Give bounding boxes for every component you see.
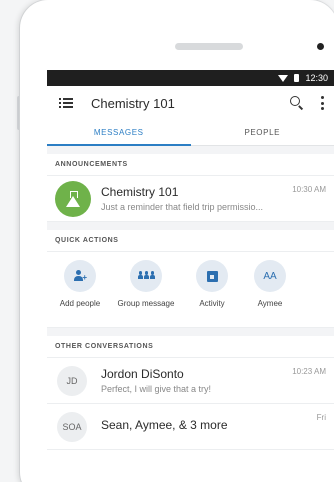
- conversation-preview: Just a reminder that field trip permissi…: [101, 202, 264, 212]
- group-icon: [137, 271, 155, 281]
- conversation-time: 10:23 AM: [292, 367, 326, 376]
- app-bar: Chemistry 101: [47, 86, 334, 120]
- section-divider: [47, 146, 334, 154]
- conversation-time: Fri: [316, 413, 326, 422]
- group-message-action[interactable]: Group message: [109, 260, 183, 327]
- app-screen: 12:30 Chemistry 101 MESSAGES PEOPLE ANNO…: [47, 70, 334, 482]
- conversation-item[interactable]: JD Jordon DiSonto Perfect, I will give t…: [47, 358, 334, 404]
- phone-camera: [317, 43, 324, 50]
- conversation-item[interactable]: SOA Sean, Aymee, & 3 more Fri: [47, 404, 334, 450]
- conversation-time: 10:30 AM: [292, 185, 326, 194]
- action-label: Activity: [199, 299, 225, 308]
- tab-messages[interactable]: MESSAGES: [47, 120, 191, 146]
- avatar: [55, 180, 91, 217]
- avatar: JD: [57, 365, 87, 396]
- conversation-preview: Perfect, I will give that a try!: [101, 384, 212, 394]
- quick-actions: + Add people Group message Activity AA A…: [47, 252, 334, 328]
- tab-bar: MESSAGES PEOPLE: [47, 120, 334, 146]
- wifi-icon: [278, 74, 289, 82]
- calendar-icon: [206, 270, 218, 282]
- tab-people[interactable]: PEOPLE: [191, 120, 334, 145]
- other-conversations-header: OTHER CONVERSATIONS: [47, 336, 334, 358]
- action-label: Aymee: [257, 299, 283, 308]
- add-person-icon: +: [74, 270, 87, 282]
- action-circle: [130, 260, 162, 292]
- menu-icon[interactable]: [59, 98, 73, 108]
- action-circle: AA: [254, 260, 286, 292]
- section-divider: [47, 328, 334, 336]
- page-title: Chemistry 101: [91, 95, 175, 111]
- search-icon[interactable]: [290, 96, 304, 110]
- activity-action[interactable]: Activity: [183, 260, 241, 327]
- avatar: SOA: [57, 411, 87, 442]
- battery-icon: [294, 74, 300, 82]
- phone-speaker: [175, 43, 243, 50]
- conversation-name: Sean, Aymee, & 3 more: [101, 418, 228, 432]
- action-circle: +: [64, 260, 96, 292]
- action-label: Group message: [117, 299, 175, 308]
- status-time: 12:30: [305, 73, 328, 83]
- more-options-icon[interactable]: [320, 96, 324, 110]
- section-divider: [47, 222, 334, 230]
- flask-icon: [66, 190, 80, 207]
- status-bar: 12:30: [47, 70, 334, 86]
- announcement-item[interactable]: Chemistry 101 Just a reminder that field…: [47, 176, 334, 222]
- action-circle: [196, 260, 228, 292]
- aymee-action[interactable]: AA Aymee: [241, 260, 299, 327]
- announcements-header: ANNOUNCEMENTS: [47, 154, 334, 176]
- action-label: Add people: [59, 299, 101, 308]
- add-people-action[interactable]: + Add people: [51, 260, 109, 327]
- quick-actions-header: QUICK ACTIONS: [47, 230, 334, 252]
